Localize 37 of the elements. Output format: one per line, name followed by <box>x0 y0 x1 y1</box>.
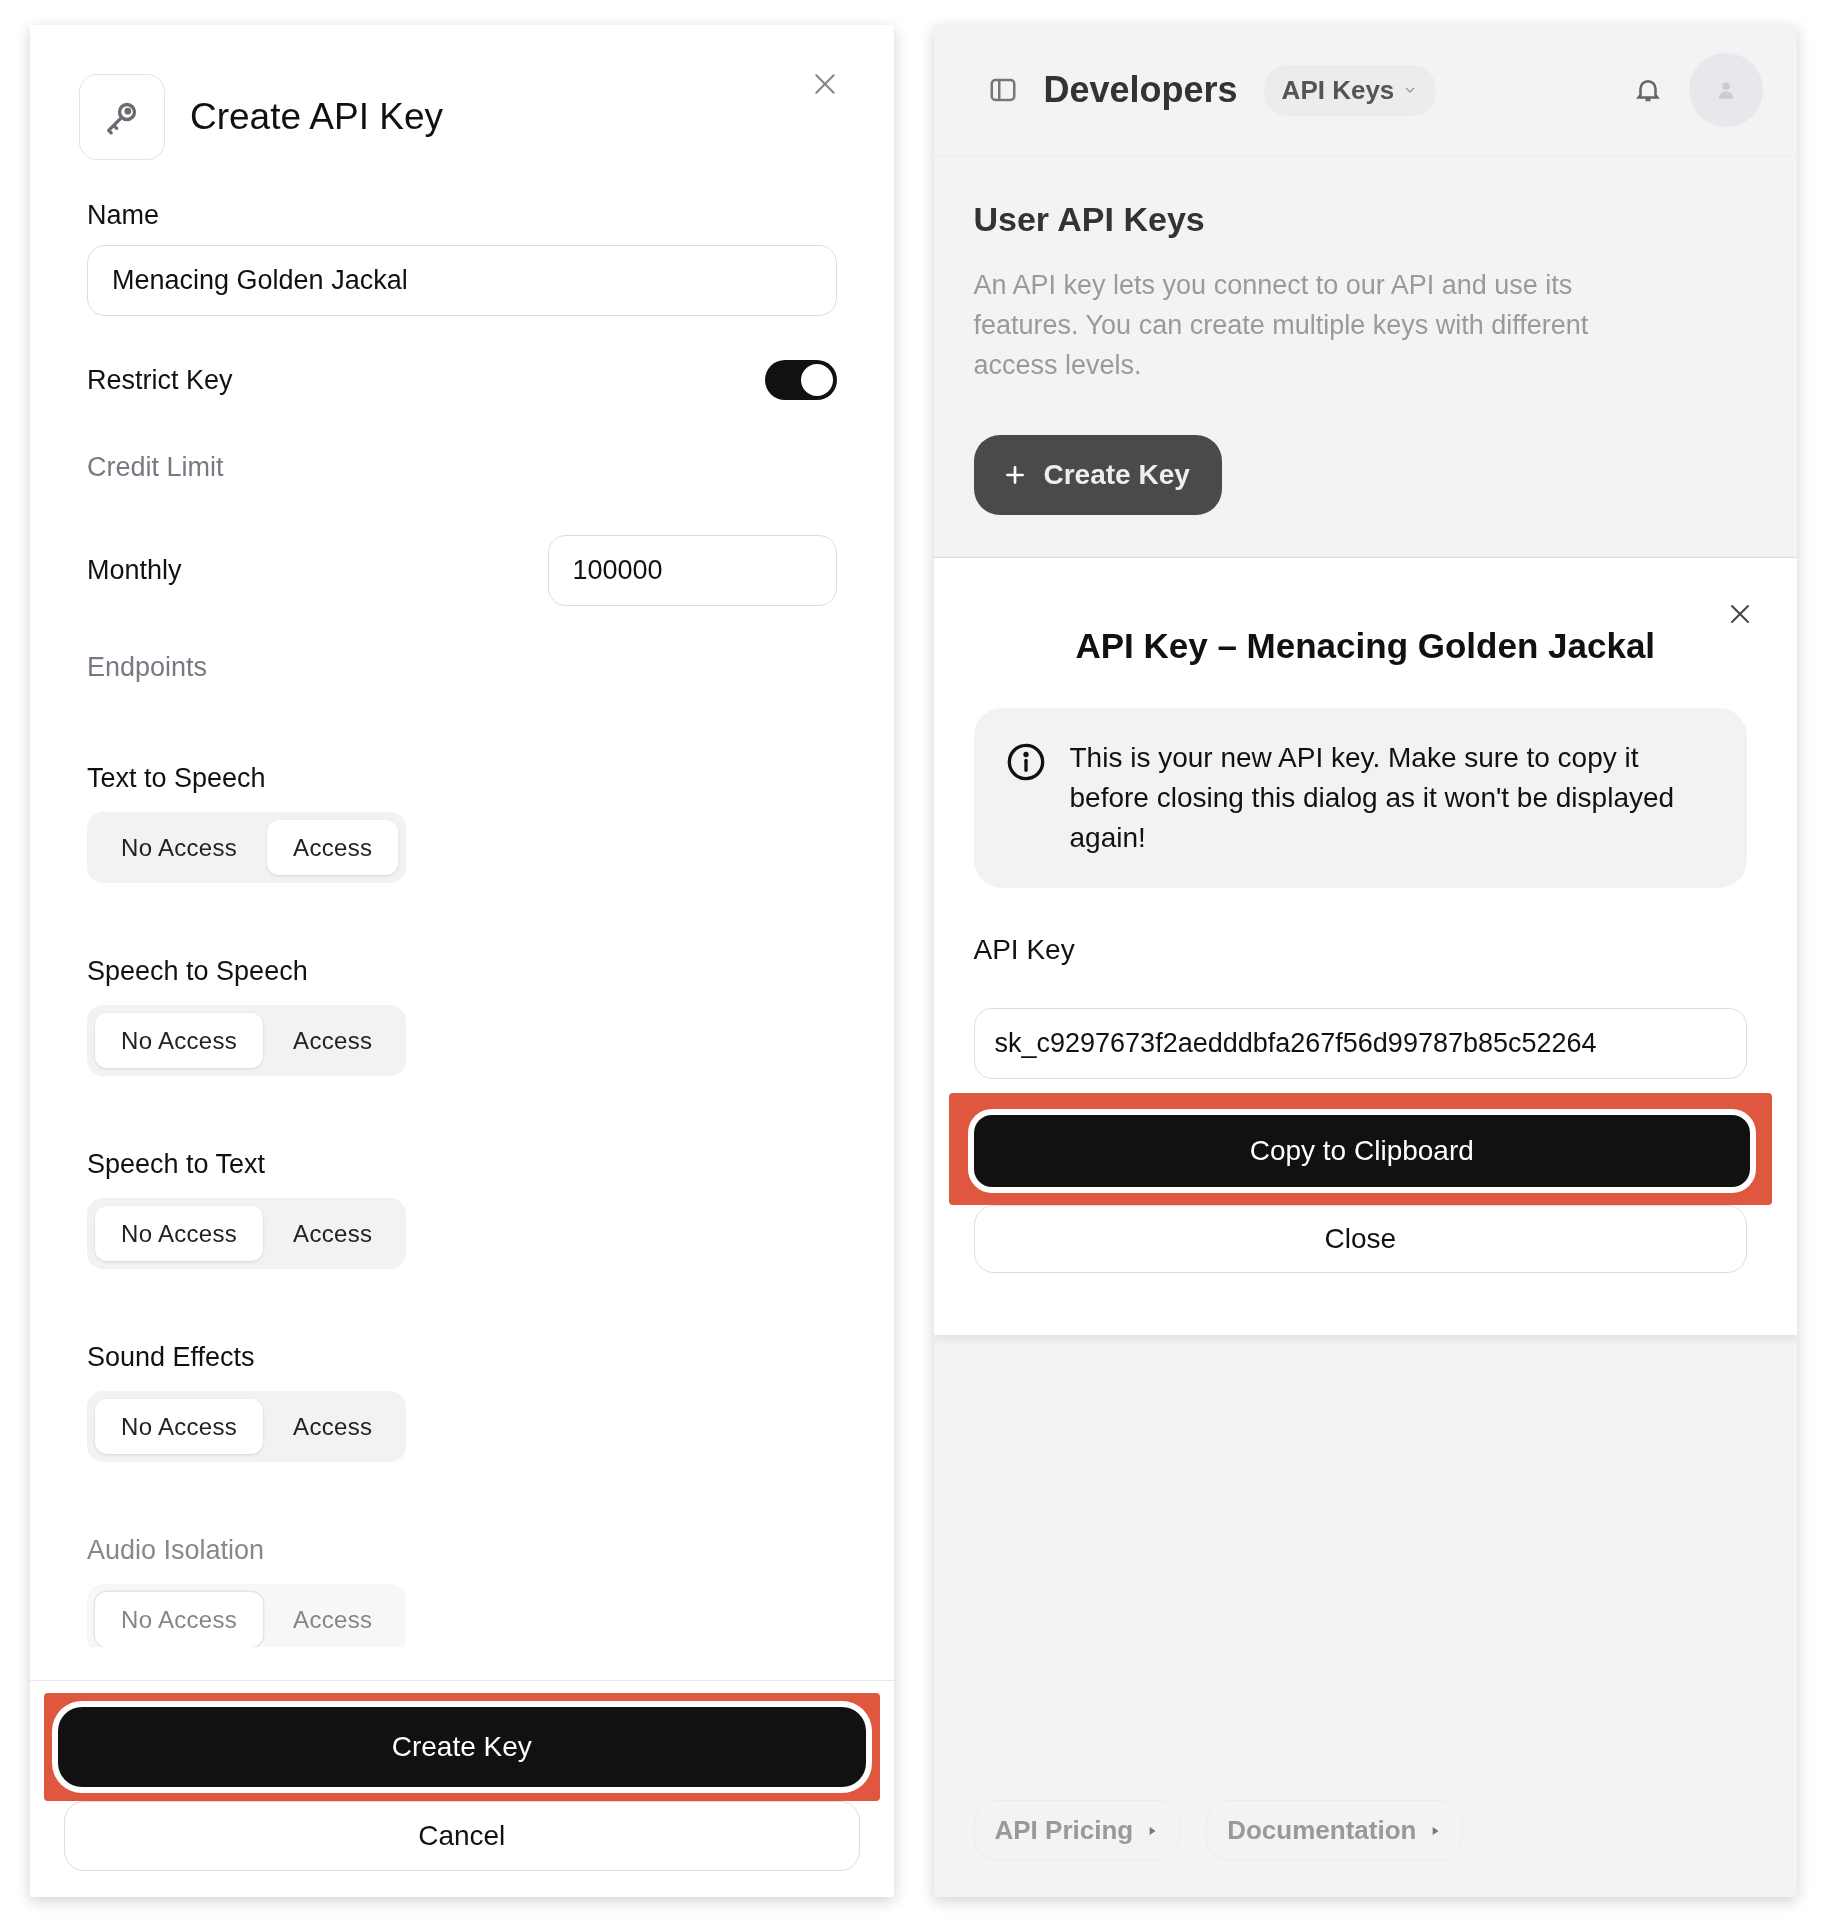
access-option[interactable]: Access <box>267 1206 399 1261</box>
notice-text: This is your new API key. Make sure to copy it before closing this dialog as it won't be displayed again! <box>1069 741 1676 855</box>
section-heading: User API Keys <box>973 200 1206 239</box>
field-label: Monthly <box>87 555 182 586</box>
dialog-title: API Key – Menacing Golden Jackal <box>1074 626 1657 666</box>
description-text: An API key lets you connect to our API and use its features. You can create multiple keys with different access levels. <box>973 269 1590 382</box>
access-option[interactable]: No Access <box>95 1013 264 1068</box>
access-option[interactable]: Access <box>267 820 399 875</box>
dialog-title: Create API Key <box>190 96 443 138</box>
toggle-label: Restrict Key <box>87 364 233 396</box>
name-field[interactable]: Menacing Golden Jackal <box>87 245 837 316</box>
access-option[interactable]: Access <box>267 1399 399 1454</box>
close-icon[interactable] <box>1728 602 1752 626</box>
toggle-switch[interactable] <box>764 360 837 400</box>
limit-field[interactable]: 100000 <box>547 535 837 606</box>
access-option[interactable]: Access <box>267 1013 399 1068</box>
section-heading: Endpoints <box>87 652 209 683</box>
create-key-button[interactable]: Create Key <box>973 435 1222 515</box>
info-icon <box>1005 742 1046 782</box>
endpoint-label: Audio Isolation <box>87 1535 266 1566</box>
access-option[interactable]: No Access <box>95 1592 264 1647</box>
section-heading: Credit Limit <box>87 452 225 483</box>
endpoint-label: Speech to Text <box>87 1149 267 1180</box>
access-option[interactable]: No Access <box>95 1206 264 1261</box>
api-key-field[interactable]: sk_c9297673f2aedddbfa267f56d99787b85c52264 <box>973 1008 1747 1079</box>
cancel-button[interactable]: Cancel <box>64 1801 860 1871</box>
access-option[interactable]: No Access <box>95 820 264 875</box>
field-label: API Key <box>973 934 1076 966</box>
endpoint-label: Speech to Speech <box>87 956 309 987</box>
section-dropdown[interactable]: API Keys <box>1263 64 1437 116</box>
field-label: Name <box>87 200 161 231</box>
endpoint-label: Sound Effects <box>87 1342 256 1373</box>
key-icon <box>79 74 165 160</box>
page-title: Developers <box>1043 69 1238 111</box>
close-button[interactable]: Close <box>973 1205 1747 1273</box>
endpoint-label: Text to Speech <box>87 763 267 794</box>
access-option[interactable]: No Access <box>95 1399 264 1454</box>
